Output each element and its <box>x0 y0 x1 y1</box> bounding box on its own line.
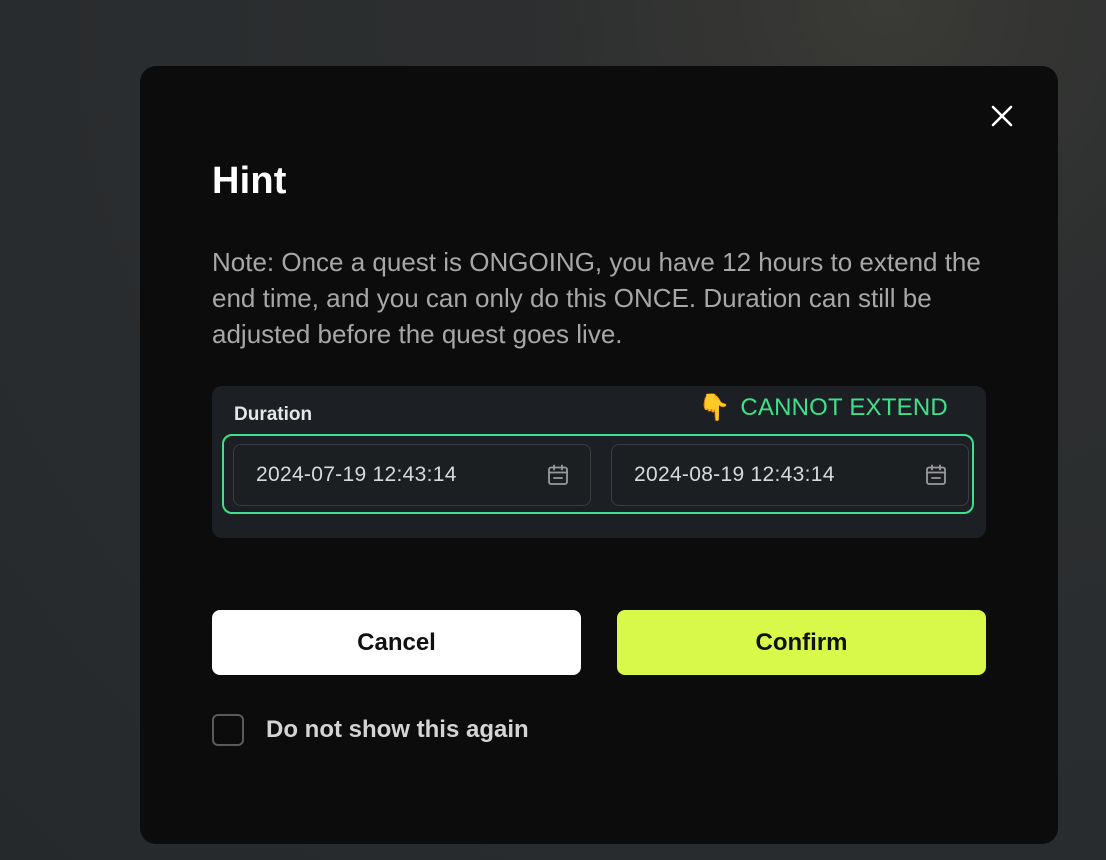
duration-label: Duration <box>234 404 313 425</box>
hint-dialog: Hint Note: Once a quest is ONGOING, you … <box>140 66 1058 844</box>
cannot-extend-warning: 👇 CANNOT EXTEND <box>698 392 948 423</box>
confirm-button[interactable]: Confirm <box>617 610 986 675</box>
dialog-note: Note: Once a quest is ONGOING, you have … <box>212 247 981 349</box>
end-date-value: 2024-08-19 12:43:14 <box>634 463 835 486</box>
calendar-icon <box>548 464 568 485</box>
duration-panel: Duration 👇 CANNOT EXTEND 2024-07-19 12:4… <box>212 386 986 538</box>
cancel-button[interactable]: Cancel <box>212 610 581 675</box>
dont-show-again-checkbox[interactable] <box>212 714 244 746</box>
start-date-field[interactable]: 2024-07-19 12:43:14 <box>233 444 591 506</box>
cannot-extend-text: CANNOT EXTEND <box>740 393 948 421</box>
end-date-field[interactable]: 2024-08-19 12:43:14 <box>611 444 969 506</box>
close-button[interactable] <box>986 100 1018 132</box>
dont-show-again-label: Do not show this again <box>266 716 529 743</box>
dialog-title: Hint <box>212 160 287 202</box>
start-date-value: 2024-07-19 12:43:14 <box>256 463 457 486</box>
pointing-down-icon: 👇 <box>698 392 731 422</box>
close-icon <box>991 105 1013 127</box>
dont-show-again-option[interactable]: Do not show this again <box>212 714 529 746</box>
calendar-icon <box>926 464 946 485</box>
date-range-picker: 2024-07-19 12:43:14 2024-08-19 12:43:14 <box>222 434 974 514</box>
